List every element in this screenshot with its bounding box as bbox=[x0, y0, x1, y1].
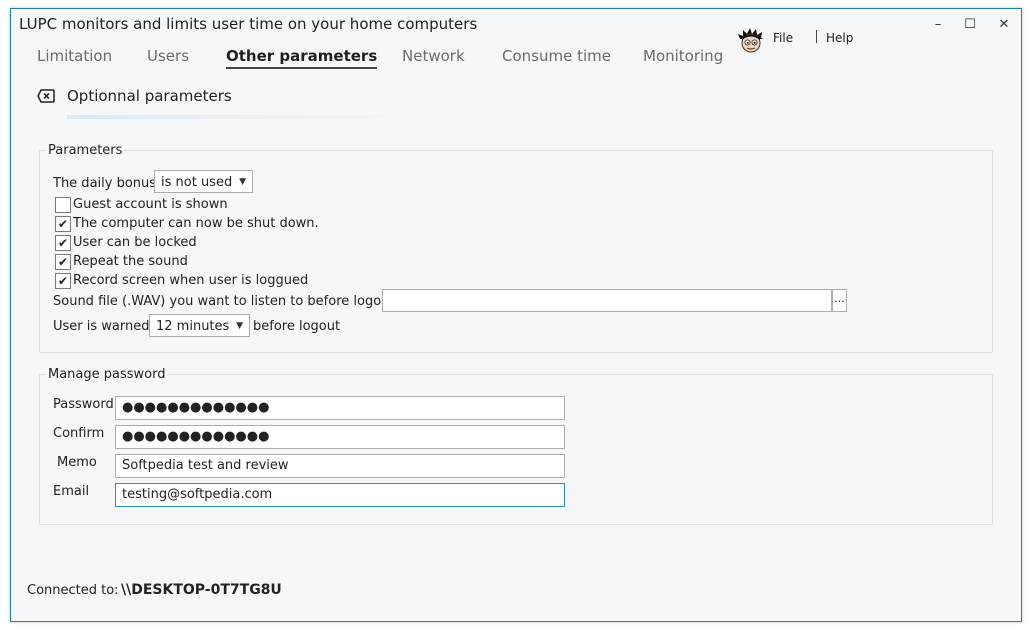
password-input[interactable]: ●●●●●●●●●●●●● bbox=[115, 396, 565, 420]
menu-file[interactable]: File bbox=[773, 31, 793, 45]
password-legend: Manage password bbox=[48, 367, 166, 382]
lock-user-checkbox[interactable]: ✔ bbox=[55, 235, 71, 251]
repeat-sound-label: Repeat the sound bbox=[73, 254, 188, 269]
tab-limitation[interactable]: Limitation bbox=[37, 47, 112, 65]
lock-user-label: User can be locked bbox=[73, 235, 197, 250]
tab-monitoring[interactable]: Monitoring bbox=[643, 47, 723, 65]
daily-bonus-select[interactable]: is not used ▼ bbox=[154, 170, 253, 193]
parameters-legend: Parameters bbox=[48, 143, 123, 158]
tab-consume-time[interactable]: Consume time bbox=[502, 47, 611, 65]
connection-value: \\DESKTOP-0T7TG8U bbox=[121, 582, 282, 598]
password-label: Password bbox=[53, 397, 114, 412]
guest-account-label: Guest account is shown bbox=[73, 197, 228, 212]
record-screen-label: Record screen when user is loggued bbox=[73, 273, 309, 288]
close-box-icon[interactable] bbox=[37, 89, 55, 103]
warned-label: User is warned bbox=[53, 319, 150, 334]
menu-separator bbox=[816, 30, 817, 43]
checkmark-icon: ✔ bbox=[57, 217, 69, 231]
shutdown-checkbox[interactable]: ✔ bbox=[55, 216, 71, 232]
cartoon-avatar-icon[interactable] bbox=[737, 27, 765, 55]
email-input[interactable]: testing@softpedia.com bbox=[115, 483, 565, 507]
memo-label: Memo bbox=[57, 455, 97, 470]
daily-bonus-value: is not used bbox=[161, 175, 233, 190]
menu-help[interactable]: Help bbox=[826, 31, 853, 45]
maximize-button[interactable]: ☐ bbox=[955, 15, 985, 35]
email-label: Email bbox=[53, 484, 90, 499]
section-underline bbox=[67, 115, 417, 119]
warned-time-select[interactable]: 12 minutes ▼ bbox=[149, 314, 250, 337]
daily-bonus-label: The daily bonus bbox=[53, 176, 157, 191]
chevron-down-icon: ▼ bbox=[236, 321, 243, 331]
browse-button[interactable]: ... bbox=[832, 289, 847, 312]
confirm-input[interactable]: ●●●●●●●●●●●●● bbox=[115, 425, 565, 449]
sound-file-label: Sound file (.WAV) you want to listen to … bbox=[53, 294, 395, 309]
shutdown-label: The computer can now be shut down. bbox=[73, 216, 319, 231]
window-title: LUPC monitors and limits user time on yo… bbox=[19, 15, 478, 33]
connection-label: Connected to: bbox=[27, 583, 119, 598]
warned-time-value: 12 minutes bbox=[156, 319, 230, 334]
chevron-down-icon: ▼ bbox=[239, 177, 246, 187]
memo-input[interactable]: Softpedia test and review bbox=[115, 454, 565, 478]
app-window: LUPC monitors and limits user time on yo… bbox=[10, 8, 1022, 622]
confirm-label: Confirm bbox=[53, 426, 105, 441]
guest-account-checkbox[interactable] bbox=[55, 197, 71, 213]
tab-network[interactable]: Network bbox=[402, 47, 465, 65]
close-button[interactable]: ✕ bbox=[989, 15, 1019, 35]
warned-suffix-label: before logout bbox=[253, 319, 341, 334]
checkmark-icon: ✔ bbox=[57, 274, 69, 288]
record-screen-checkbox[interactable]: ✔ bbox=[55, 273, 71, 289]
sound-file-input[interactable] bbox=[382, 289, 832, 312]
tab-users[interactable]: Users bbox=[147, 47, 189, 65]
minimize-button[interactable]: – bbox=[923, 15, 953, 35]
repeat-sound-checkbox[interactable]: ✔ bbox=[55, 254, 71, 270]
tab-other-parameters[interactable]: Other parameters bbox=[226, 47, 378, 69]
section-title: Optionnal parameters bbox=[67, 87, 232, 105]
checkmark-icon: ✔ bbox=[57, 236, 69, 250]
checkmark-icon: ✔ bbox=[57, 255, 69, 269]
